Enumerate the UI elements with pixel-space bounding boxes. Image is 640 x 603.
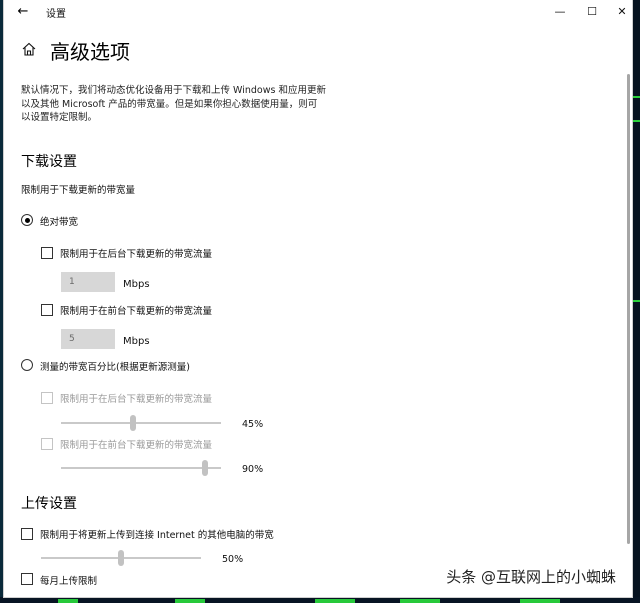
foreground-mbps-unit: Mbps bbox=[123, 336, 150, 347]
upload-limit-label: 限制用于将更新上传到连接 Internet 的其他电脑的带宽 bbox=[40, 530, 274, 541]
percentage-bandwidth-label: 测量的带宽百分比(根据更新源测量) bbox=[40, 362, 190, 373]
background-limit-label: 限制用于在后台下载更新的带宽流量 bbox=[60, 249, 213, 260]
background-limit-checkbox[interactable] bbox=[41, 247, 53, 259]
upload-limit-checkbox[interactable] bbox=[21, 528, 33, 540]
background-mbps-unit: Mbps bbox=[123, 279, 150, 290]
background-mbps-input[interactable]: 1 bbox=[61, 272, 115, 292]
page-title: 高级选项 bbox=[50, 40, 130, 64]
upload-limit-slider-thumb[interactable] bbox=[118, 550, 124, 566]
desktop-accent-mark bbox=[520, 599, 560, 603]
foreground-percent-label: 限制用于在前台下载更新的带宽流量 bbox=[60, 440, 213, 451]
desktop-accent-mark bbox=[632, 96, 640, 98]
desktop-accent-mark bbox=[400, 599, 440, 603]
upload-limit-value: 50% bbox=[222, 554, 244, 565]
desktop-accent-mark bbox=[632, 120, 640, 122]
foreground-percent-slider[interactable] bbox=[61, 467, 221, 469]
background-percent-slider-thumb[interactable] bbox=[130, 415, 136, 431]
page-content: 高级选项 默认情况下，我们将动态优化设备用于下载和上传 Windows 和应用更… bbox=[4, 0, 604, 597]
foreground-percent-value: 90% bbox=[242, 464, 264, 475]
monthly-upload-label: 每月上传限制 bbox=[40, 576, 98, 587]
background-percent-slider[interactable] bbox=[61, 422, 221, 424]
desktop-accent-mark bbox=[632, 300, 640, 302]
desktop-accent-mark bbox=[315, 599, 355, 603]
page-description: 默认情况下，我们将动态优化设备用于下载和上传 Windows 和应用更新以及其他… bbox=[21, 85, 326, 123]
desktop-background-right bbox=[632, 0, 640, 603]
background-percent-checkbox[interactable] bbox=[41, 392, 53, 404]
foreground-percent-slider-thumb[interactable] bbox=[202, 460, 208, 476]
percentage-bandwidth-radio[interactable] bbox=[21, 359, 33, 371]
upload-section-title: 上传设置 bbox=[21, 496, 77, 512]
desktop-accent-mark bbox=[175, 599, 205, 603]
close-button[interactable]: ✕ bbox=[606, 0, 632, 24]
absolute-bandwidth-radio[interactable] bbox=[21, 214, 33, 226]
scrollbar-thumb[interactable] bbox=[627, 74, 630, 544]
background-percent-value: 45% bbox=[242, 419, 264, 430]
download-section-title: 下载设置 bbox=[21, 154, 77, 170]
download-subtitle: 限制用于下载更新的带宽量 bbox=[21, 185, 136, 196]
desktop-background-bottom bbox=[0, 597, 640, 603]
monthly-upload-checkbox[interactable] bbox=[21, 573, 33, 585]
absolute-bandwidth-label: 绝对带宽 bbox=[40, 217, 79, 228]
foreground-limit-label: 限制用于在前台下载更新的带宽流量 bbox=[60, 306, 213, 317]
foreground-mbps-input[interactable]: 5 bbox=[61, 329, 115, 349]
foreground-limit-checkbox[interactable] bbox=[41, 304, 53, 316]
background-percent-label: 限制用于在后台下载更新的带宽流量 bbox=[60, 394, 213, 405]
desktop-accent-mark bbox=[58, 599, 78, 603]
settings-window: ← 设置 — ☐ ✕ 高级选项 默认情况下，我们将动态优化设备用于下载和上传 W… bbox=[4, 0, 632, 597]
watermark: 头条 @互联网上的小蜘蛛 bbox=[444, 566, 618, 587]
home-icon[interactable] bbox=[21, 41, 37, 57]
foreground-percent-checkbox[interactable] bbox=[41, 438, 53, 450]
